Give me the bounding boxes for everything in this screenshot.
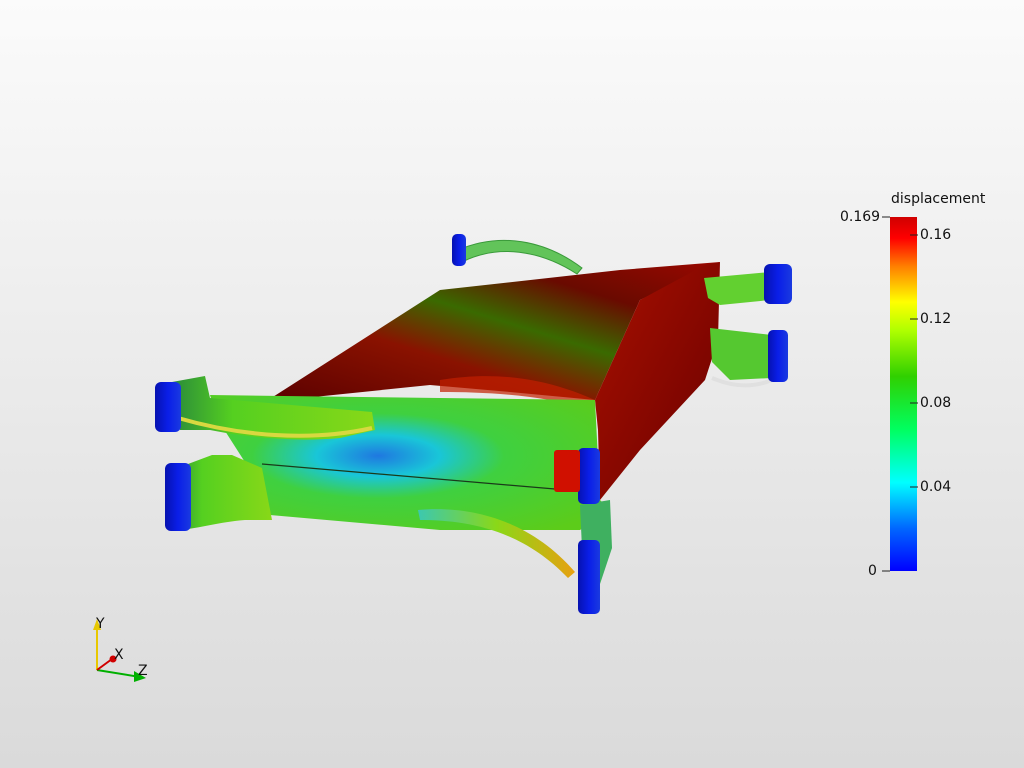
front-mid-clamp [578, 448, 600, 504]
front-bottom-clamp [578, 540, 600, 614]
right-top-clamp [764, 264, 792, 304]
z-axis-arrow [134, 671, 146, 682]
back-arm [457, 239, 583, 275]
back-top-clamp [452, 234, 466, 266]
z-axis-line [96, 669, 141, 678]
left-bottom-clamp [165, 463, 191, 531]
x-axis-arrow [109, 655, 117, 663]
scalar-bar-gradient [890, 217, 917, 571]
orientation-axes [93, 619, 146, 682]
x-axis-line [96, 658, 113, 671]
y-axis-arrow [93, 619, 101, 630]
render-viewport[interactable] [0, 0, 1024, 768]
right-bottom-clamp [768, 330, 788, 382]
right-lower-flange [710, 328, 772, 380]
left-top-clamp [155, 382, 181, 432]
scalar-bar [882, 216, 918, 572]
mesh-model[interactable] [155, 234, 792, 614]
front-red-block [554, 450, 580, 492]
